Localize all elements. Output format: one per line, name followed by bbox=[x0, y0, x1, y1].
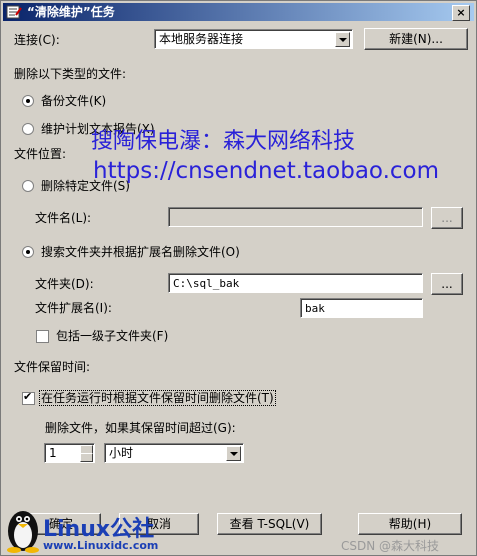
file-name-input[interactable] bbox=[168, 207, 423, 227]
linux-watermark-url: www.Linuxidc.com bbox=[43, 539, 159, 552]
folder-label: 文件夹(D): bbox=[35, 277, 94, 291]
extension-input[interactable]: bak bbox=[300, 298, 423, 318]
include-subfolders-label[interactable]: 包括一级子文件夹(F) bbox=[56, 329, 168, 343]
backup-files-radio[interactable] bbox=[22, 95, 34, 107]
search-folder-radio[interactable] bbox=[22, 246, 34, 258]
connection-label: 连接(C): bbox=[14, 33, 60, 47]
task-icon bbox=[6, 5, 22, 19]
folder-browse-button[interactable]: ... bbox=[431, 273, 463, 295]
retention-heading: 文件保留时间: bbox=[14, 360, 91, 374]
delete-specific-radio[interactable] bbox=[22, 180, 34, 192]
retention-amount-value: 1 bbox=[49, 446, 57, 460]
connection-select[interactable]: 本地服务器连接 bbox=[154, 29, 353, 49]
title-bar: “清除维护”任务 × bbox=[3, 3, 474, 21]
backup-files-label[interactable]: 备份文件(K) bbox=[41, 94, 106, 108]
chevron-down-icon[interactable] bbox=[226, 446, 241, 461]
chevron-down-icon[interactable] bbox=[335, 32, 350, 47]
csdn-watermark: CSDN @森大科技 bbox=[341, 539, 440, 553]
folder-input[interactable]: C:\sql_bak bbox=[168, 273, 423, 293]
search-folder-label[interactable]: 搜索文件夹并根据扩展名删除文件(O) bbox=[41, 245, 240, 259]
extension-label: 文件扩展名(I): bbox=[35, 301, 112, 315]
retention-unit-select[interactable]: 小时 bbox=[104, 443, 244, 463]
delete-types-heading: 删除以下类型的文件: bbox=[14, 67, 127, 81]
file-location-heading: 文件位置: bbox=[14, 147, 67, 161]
tux-penguin-icon bbox=[7, 511, 39, 553]
spin-down-icon[interactable] bbox=[80, 453, 93, 462]
delete-by-age-label[interactable]: 在任务运行时根据文件保留时间删除文件(T) bbox=[39, 390, 276, 406]
help-button[interactable]: 帮助(H) bbox=[358, 513, 462, 535]
include-subfolders-checkbox[interactable] bbox=[36, 330, 49, 343]
maintenance-cleanup-dialog: “清除维护”任务 × 连接(C): 本地服务器连接 新建(N)... 删除以下类… bbox=[0, 0, 477, 556]
connection-value: 本地服务器连接 bbox=[159, 32, 244, 46]
view-tsql-button[interactable]: 查看 T-SQL(V) bbox=[217, 513, 322, 535]
maintenance-reports-radio[interactable] bbox=[22, 123, 34, 135]
close-icon: × bbox=[456, 6, 466, 19]
retention-unit-value: 小时 bbox=[109, 446, 134, 460]
window-title: “清除维护”任务 bbox=[27, 5, 115, 19]
new-connection-button[interactable]: 新建(N)... bbox=[364, 28, 468, 50]
older-than-label: 删除文件，如果其保留时间超过(G): bbox=[45, 421, 236, 435]
delete-by-age-checkbox[interactable] bbox=[22, 390, 35, 405]
file-name-label: 文件名(L): bbox=[35, 211, 92, 225]
retention-amount-stepper[interactable]: 1 bbox=[44, 443, 95, 463]
shop-watermark-line1: 搜陶保电瀑：森大网络科技 bbox=[91, 129, 356, 154]
close-button[interactable]: × bbox=[452, 5, 470, 21]
file-name-browse-button[interactable]: ... bbox=[431, 207, 463, 229]
shop-watermark-line2: https://cnsendnet.taobao.com bbox=[93, 158, 440, 184]
